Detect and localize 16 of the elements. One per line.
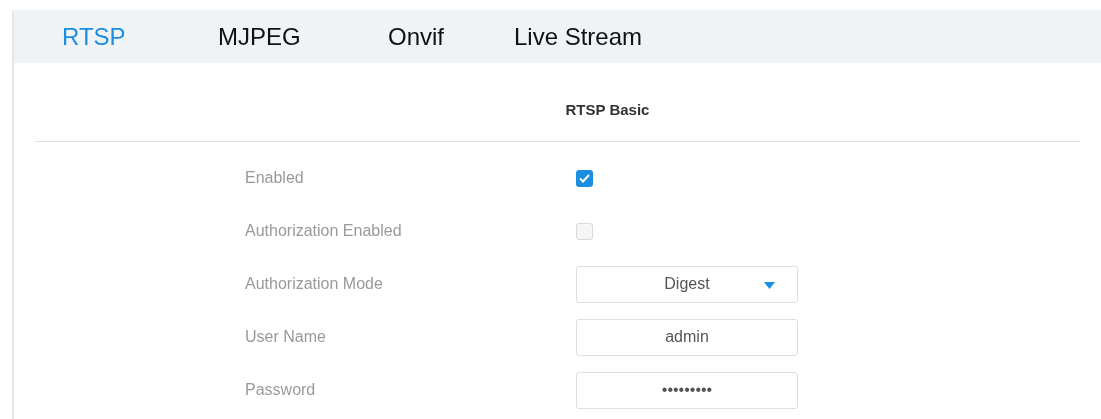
tab[interactable]: MJPEG	[218, 18, 301, 55]
mode-dropdown[interactable]: Digest	[576, 265, 798, 303]
section-title: RTSP Basic	[564, 100, 650, 120]
caret-icon	[764, 281, 775, 289]
checkbox[interactable]	[576, 169, 593, 187]
tab[interactable]: Onvif	[388, 18, 444, 55]
checkbox[interactable]	[576, 222, 593, 240]
check-icon	[579, 173, 590, 183]
input-field[interactable]: admin	[576, 318, 798, 356]
field-label: User Name	[245, 327, 327, 347]
field-label: Authorization Enabled	[245, 221, 403, 241]
field-label: Password	[245, 380, 317, 400]
input-field[interactable]: •••••••••	[576, 371, 798, 409]
field-label: Authorization Mode	[245, 274, 384, 294]
field-label: Enabled	[245, 168, 305, 188]
tab[interactable]: Live Stream	[514, 18, 643, 55]
